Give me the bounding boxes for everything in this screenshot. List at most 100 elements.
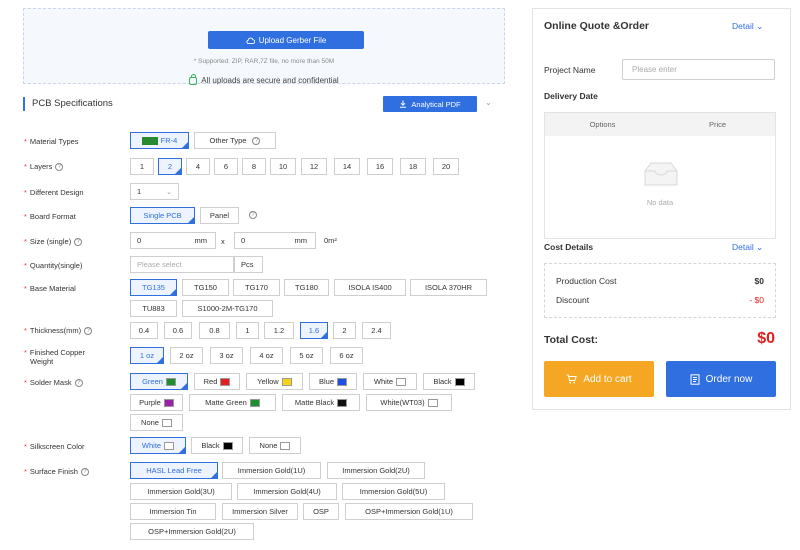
black-swatch-icon <box>454 377 465 386</box>
copper-weight-option[interactable]: 6 oz <box>330 347 363 364</box>
solder-mask-matte-green[interactable]: Matte Green <box>189 394 276 411</box>
help-icon[interactable]: ? <box>74 379 83 388</box>
layer-option[interactable]: 6 <box>214 158 238 175</box>
thickness-option[interactable]: 1.2 <box>264 322 294 339</box>
help-icon[interactable]: ? <box>74 238 83 247</box>
surface-finish-option[interactable]: Immersion Gold(4U) <box>237 483 337 500</box>
base-material-option[interactable]: TG135 <box>130 279 177 296</box>
solder-mask-blue[interactable]: Blue <box>309 373 357 390</box>
layer-option[interactable]: 14 <box>334 158 360 175</box>
order-now-button[interactable]: Order now <box>666 361 776 397</box>
size-label: * Size (single)? <box>24 237 83 247</box>
material-option-other[interactable]: Other Type? <box>194 132 276 149</box>
panel-title: Online Quote &Order <box>544 20 650 32</box>
base-material-option[interactable]: S1000-2M-TG170 <box>182 300 273 317</box>
copper-weight-option[interactable]: 3 oz <box>210 347 243 364</box>
base-material-option[interactable]: TU883 <box>130 300 177 317</box>
different-design-select[interactable]: 1 ⌄ <box>130 183 179 200</box>
surface-finish-option[interactable]: Immersion Silver <box>222 503 298 520</box>
layer-option[interactable]: 18 <box>400 158 426 175</box>
quantity-unit: Pcs <box>234 256 263 273</box>
copper-weight-option[interactable]: 4 oz <box>250 347 283 364</box>
project-name-input[interactable]: Please enter <box>622 59 775 80</box>
layer-option[interactable]: 16 <box>367 158 393 175</box>
thickness-label: * Thickness(mm)? <box>24 326 93 336</box>
discount-row: Discount - $0 <box>556 295 764 305</box>
solder-mask-green[interactable]: Green <box>130 373 188 390</box>
size-separator: x <box>221 237 225 246</box>
detail-link[interactable]: Detail ⌄ <box>732 21 763 32</box>
analytical-pdf-button[interactable]: Analytical PDF <box>383 96 477 112</box>
solder-mask-yellow[interactable]: Yellow <box>246 373 303 390</box>
fr4-board-icon <box>141 136 158 145</box>
thickness-option[interactable]: 0.4 <box>130 322 158 339</box>
help-icon[interactable]: ? <box>252 136 261 145</box>
layer-option[interactable]: 12 <box>301 158 327 175</box>
quantity-label: * Quantity(single) <box>24 261 83 270</box>
supported-files-note: * Supported: ZIP, RAR,7Z file, no more t… <box>193 58 335 65</box>
upload-gerber-button[interactable]: Upload Gerber File <box>208 31 364 49</box>
solder-mask-none[interactable]: None <box>130 414 183 431</box>
help-icon[interactable]: ? <box>55 163 64 172</box>
base-material-option[interactable]: TG150 <box>182 279 229 296</box>
silkscreen-label: * Silkscreen Color <box>24 442 85 451</box>
add-to-cart-button[interactable]: Add to cart <box>544 361 654 397</box>
solder-mask-white-wt03[interactable]: White(WT03) <box>366 394 452 411</box>
surface-finish-option[interactable]: Immersion Gold(5U) <box>342 483 445 500</box>
size-width-input[interactable]: 0 mm <box>130 232 216 249</box>
quantity-select[interactable]: Please select <box>130 256 234 273</box>
copper-weight-option[interactable]: 2 oz <box>170 347 203 364</box>
help-icon[interactable]: ? <box>249 211 257 219</box>
board-format-single[interactable]: Single PCB <box>130 207 195 224</box>
silkscreen-black[interactable]: Black <box>191 437 243 454</box>
solder-mask-red[interactable]: Red <box>194 373 240 390</box>
surface-finish-option[interactable]: Immersion Tin <box>130 503 216 520</box>
copper-weight-option[interactable]: 5 oz <box>290 347 323 364</box>
thickness-option[interactable]: 2 <box>333 322 356 339</box>
size-height-input[interactable]: 0 mm <box>234 232 316 249</box>
surface-finish-option[interactable]: OSP+Immersion Gold(2U) <box>130 523 254 540</box>
solder-mask-purple[interactable]: Purple <box>130 394 183 411</box>
none-swatch-icon <box>161 418 172 427</box>
board-format-panel[interactable]: Panel <box>200 207 239 224</box>
thickness-option[interactable]: 0.8 <box>199 322 230 339</box>
solder-mask-white[interactable]: White <box>363 373 417 390</box>
base-material-option[interactable]: TG170 <box>233 279 280 296</box>
surface-finish-option[interactable]: OSP+Immersion Gold(1U) <box>345 503 473 520</box>
layer-option[interactable]: 1 <box>130 158 154 175</box>
thickness-option[interactable]: 1.6 <box>300 322 328 339</box>
base-material-option[interactable]: ISOLA IS400 <box>334 279 406 296</box>
surface-finish-option[interactable]: OSP <box>303 503 339 520</box>
cost-detail-link[interactable]: Detail ⌄ <box>732 242 763 253</box>
layer-option[interactable]: 2 <box>158 158 182 175</box>
base-material-option[interactable]: ISOLA 370HR <box>410 279 487 296</box>
thickness-option[interactable]: 1 <box>236 322 259 339</box>
base-material-option[interactable]: TG180 <box>284 279 329 296</box>
copper-weight-option[interactable]: 1 oz <box>130 347 164 364</box>
upload-dropzone[interactable]: Upload Gerber File * Supported: ZIP, RAR… <box>23 8 505 85</box>
solder-mask-black[interactable]: Black <box>423 373 475 390</box>
help-icon[interactable]: ? <box>84 327 93 336</box>
layer-option[interactable]: 8 <box>242 158 266 175</box>
surface-finish-option[interactable]: Immersion Gold(3U) <box>130 483 232 500</box>
surface-finish-option[interactable]: Immersion Gold(1U) <box>222 462 321 479</box>
silkscreen-none[interactable]: None <box>249 437 301 454</box>
layer-option[interactable]: 10 <box>270 158 296 175</box>
chevron-down-icon[interactable]: ⌄ <box>485 98 492 107</box>
material-option-fr4[interactable]: FR-4 <box>130 132 189 149</box>
total-cost-label: Total Cost: <box>544 334 599 346</box>
different-design-label: * Different Design <box>24 188 84 197</box>
table-header: Options Price <box>545 113 775 136</box>
size-area: 0m² <box>324 236 337 245</box>
surface-finish-option[interactable]: Immersion Gold(2U) <box>327 462 425 479</box>
cost-details-label: Cost Details <box>544 242 594 252</box>
help-icon[interactable]: ? <box>80 468 89 477</box>
surface-finish-option[interactable]: HASL Lead Free <box>130 462 218 479</box>
layer-option[interactable]: 4 <box>186 158 210 175</box>
thickness-option[interactable]: 0.6 <box>164 322 192 339</box>
delivery-table: Options Price No data <box>544 112 776 239</box>
thickness-option[interactable]: 2.4 <box>362 322 391 339</box>
layer-option[interactable]: 20 <box>433 158 459 175</box>
silkscreen-white[interactable]: White <box>130 437 186 454</box>
solder-mask-matte-black[interactable]: Matte Black <box>282 394 360 411</box>
